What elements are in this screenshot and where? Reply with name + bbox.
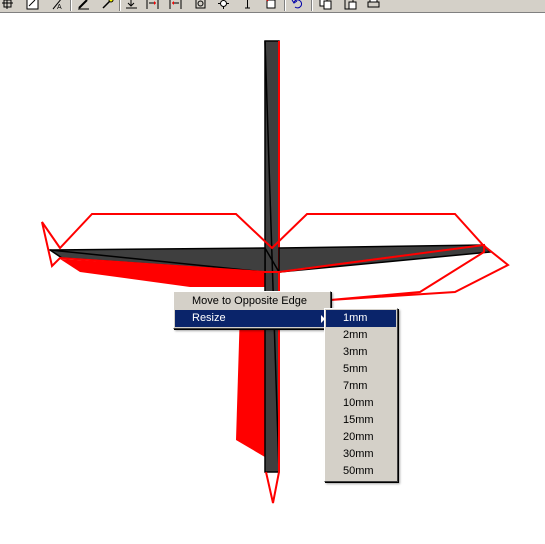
text-cursor-icon[interactable] — [240, 0, 255, 11]
resize-option-20mm[interactable]: 20mm — [326, 429, 396, 446]
wand-icon[interactable] — [100, 0, 115, 11]
resize-option-label: 5mm — [343, 363, 368, 375]
text-tool-icon[interactable]: A — [50, 0, 65, 11]
resize-option-5mm[interactable]: 5mm — [326, 361, 396, 378]
resize-icon[interactable] — [25, 0, 40, 11]
align-bottom-icon[interactable] — [124, 0, 139, 11]
resize-option-label: 3mm — [343, 346, 368, 358]
resize-option-1mm[interactable]: 1mm — [326, 310, 396, 327]
pencil-icon[interactable] — [76, 0, 91, 11]
copy-icon[interactable] — [318, 0, 333, 11]
resize-submenu: 1mm 2mm 3mm 5mm 7mm 10mm 15mm 20mm 30mm … — [324, 308, 398, 482]
resize-option-label: 10mm — [343, 397, 374, 409]
resize-option-label: 30mm — [343, 448, 374, 460]
spread-icon[interactable] — [216, 0, 231, 11]
snap-icon[interactable] — [263, 0, 278, 11]
resize-option-label: 20mm — [343, 431, 374, 443]
resize-option-label: 7mm — [343, 380, 368, 392]
distribute-h-icon[interactable] — [145, 0, 160, 11]
move-icon[interactable] — [0, 0, 15, 11]
resize-option-30mm[interactable]: 30mm — [326, 446, 396, 463]
svg-text:A: A — [57, 4, 62, 10]
menu-item-label: Move to Opposite Edge — [192, 295, 307, 307]
resize-option-label: 2mm — [343, 329, 368, 341]
resize-option-3mm[interactable]: 3mm — [326, 344, 396, 361]
paste-icon[interactable] — [343, 0, 358, 11]
resize-option-label: 15mm — [343, 414, 374, 426]
resize-option-50mm[interactable]: 50mm — [326, 463, 396, 480]
resize-option-15mm[interactable]: 15mm — [326, 412, 396, 429]
distribute-v-icon[interactable] — [168, 0, 183, 11]
menu-item-resize[interactable]: Resize — [175, 310, 329, 327]
resize-option-10mm[interactable]: 10mm — [326, 395, 396, 412]
menu-item-move-to-opposite-edge[interactable]: Move to Opposite Edge — [175, 293, 329, 310]
resize-option-label: 50mm — [343, 465, 374, 477]
toolbar: A — [0, 0, 545, 13]
context-menu: Move to Opposite Edge Resize — [173, 291, 331, 329]
drawing-canvas[interactable] — [0, 14, 545, 544]
resize-option-7mm[interactable]: 7mm — [326, 378, 396, 395]
resize-option-2mm[interactable]: 2mm — [326, 327, 396, 344]
resize-option-label: 1mm — [343, 312, 368, 324]
menu-item-label: Resize — [192, 312, 226, 324]
undo-icon[interactable] — [290, 0, 305, 11]
group-icon[interactable] — [193, 0, 208, 11]
print-icon[interactable] — [366, 0, 381, 11]
